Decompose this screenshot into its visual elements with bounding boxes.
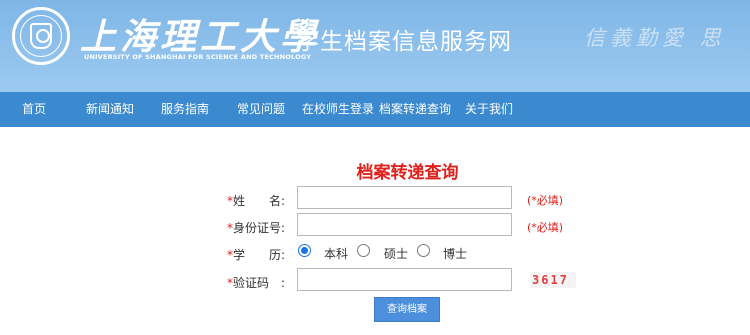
degree-option-doctor: 博士 [443,247,468,261]
site-title: 学生档案信息服务网 [296,29,512,55]
site-header: 上海理工大學 UNIVERSITY OF SHANGHAI FOR SCIENC… [0,0,750,92]
degree-option-master: 硕士 [384,247,409,261]
captcha-label: *验证码 : [227,274,285,291]
captcha-image[interactable]: 3617 [530,272,576,288]
nav-item-login[interactable]: 在校师生登录 [302,92,374,127]
degree-option-bachelor: 本科 [324,247,349,261]
captcha-input[interactable] [297,268,512,291]
nav-item-news[interactable]: 新闻通知 [86,92,134,127]
captcha-label-text: 验证码 : [233,276,286,290]
id-number-input[interactable] [297,213,512,236]
nav-item-service-guide[interactable]: 服务指南 [161,92,209,127]
school-name-english: UNIVERSITY OF SHANGHAI FOR SCIENCE AND T… [84,53,312,61]
form-title: 档案转递查询 [356,163,459,183]
name-label: *姓 名: [227,192,285,209]
id-number-label-text: 身份证号: [233,221,286,235]
main-nav: 首页 新闻通知 服务指南 常见问题 在校师生登录 档案转递查询 关于我们 [0,92,750,127]
query-archive-button[interactable]: 查询档案 [374,297,440,322]
name-input[interactable] [297,186,512,209]
nav-item-faq[interactable]: 常见问题 [237,92,285,127]
degree-label-text: 学 历: [233,248,286,262]
nav-item-archive-query[interactable]: 档案转递查询 [379,92,451,127]
degree-label: *学 历: [227,246,285,263]
degree-radio-doctor[interactable] [417,244,430,257]
degree-radio-master[interactable] [357,244,370,257]
id-number-required-hint: (*必填) [527,221,564,234]
school-motto: 信義勤愛 思 [584,26,726,50]
name-required-hint: (*必填) [527,194,564,207]
nav-item-about[interactable]: 关于我们 [465,92,513,127]
id-number-label: *身份证号: [227,219,285,236]
university-seal-icon [12,7,70,65]
name-label-text: 姓 名: [233,194,286,208]
degree-radio-bachelor[interactable] [298,244,311,257]
nav-item-home[interactable]: 首页 [22,92,46,127]
